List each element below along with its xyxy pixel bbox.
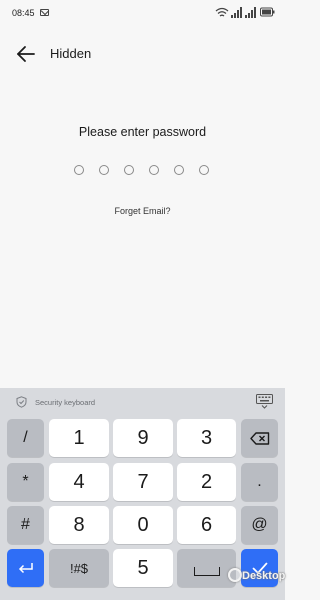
done-key[interactable] [241,549,278,587]
keyboard-toolbar: Security keyboard [0,388,285,416]
page-title: Hidden [50,46,92,61]
app-header: Hidden [0,34,285,74]
enter-key[interactable] [7,549,44,587]
backspace-key[interactable] [241,419,278,457]
symbols-key[interactable]: !#$ [49,549,109,587]
key-9[interactable]: 9 [113,419,173,457]
key-2[interactable]: 2 [177,463,236,501]
key-6[interactable]: 6 [177,506,236,544]
hide-keyboard-icon[interactable] [256,394,273,409]
enter-icon [18,563,33,574]
mail-icon [40,9,49,16]
checkmark-icon [252,562,267,574]
key-5[interactable]: 5 [113,549,173,587]
back-button[interactable] [12,42,38,66]
signal-icon [231,7,242,18]
pin-dot-1 [74,165,84,175]
status-icons [215,7,275,19]
arrow-left-icon [17,46,35,62]
key-slash[interactable]: / [7,419,44,457]
space-icon [193,566,220,576]
key-3[interactable]: 3 [177,419,236,457]
security-keyboard: Security keyboard / 1 9 3 * 4 7 2 . # 8 … [0,388,285,600]
shield-icon [16,396,27,408]
pin-dot-5 [174,165,184,175]
pin-dot-2 [99,165,109,175]
key-hash[interactable]: # [7,506,44,544]
key-1[interactable]: 1 [49,419,109,457]
key-4[interactable]: 4 [49,463,109,501]
forget-email-link[interactable]: Forget Email? [0,206,285,216]
key-asterisk[interactable]: * [7,463,44,501]
pin-dot-6 [199,165,209,175]
battery-icon [260,7,275,17]
signal-icon-2 [245,7,256,18]
space-key[interactable] [177,549,236,587]
key-at[interactable]: @ [241,506,278,544]
key-0[interactable]: 0 [113,506,173,544]
password-prompt: Please enter password [78,125,207,139]
keyboard-label: Security keyboard [35,398,96,407]
key-7[interactable]: 7 [113,463,173,501]
status-time: 08:45 [12,8,35,18]
pin-indicator [74,165,214,177]
pin-dot-4 [149,165,159,175]
pin-dot-3 [124,165,134,175]
status-bar: 08:45 [0,0,285,26]
wifi-icon [215,7,229,17]
backspace-icon [249,431,269,445]
key-period[interactable]: . [241,463,278,501]
key-8[interactable]: 8 [49,506,109,544]
